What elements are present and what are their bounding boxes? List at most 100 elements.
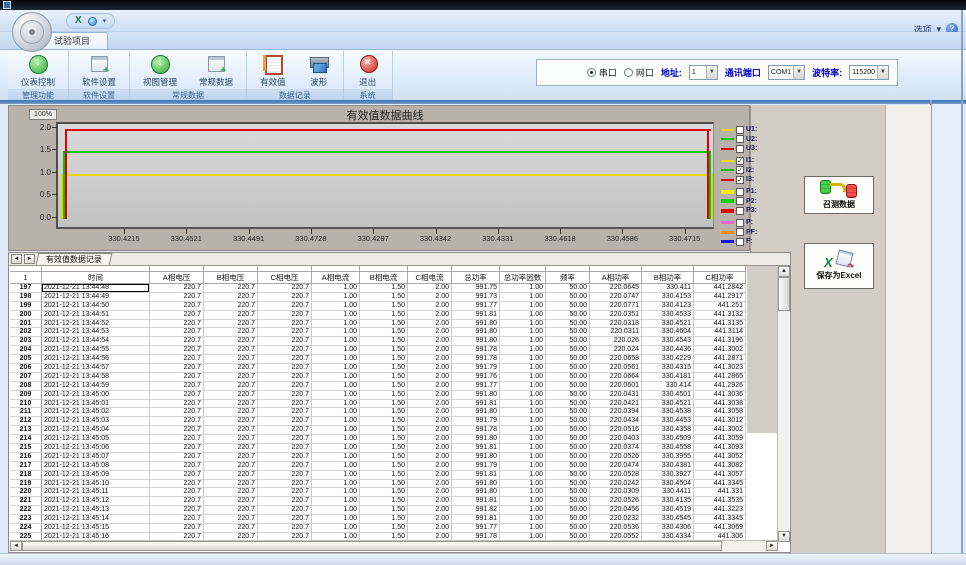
row-number-cell[interactable]: 224 [10, 524, 42, 533]
table-cell[interactable]: 220.7 [258, 408, 312, 417]
table-cell[interactable]: 991.80 [452, 435, 500, 444]
table-cell[interactable]: 50.00 [546, 337, 590, 346]
table-cell[interactable]: 330.4509 [642, 435, 694, 444]
table-cell[interactable]: 220.7 [150, 462, 204, 471]
scroll-right-icon[interactable]: ► [766, 541, 778, 551]
table-cell[interactable]: 991.78 [452, 346, 500, 355]
table-cell[interactable]: 991.75 [452, 284, 500, 293]
table-cell[interactable]: 441.3132 [694, 311, 746, 320]
table-cell[interactable]: 1.00 [500, 400, 546, 409]
table-cell[interactable]: 220.7 [150, 471, 204, 480]
table-cell[interactable]: 2.00 [408, 524, 452, 533]
table-cell[interactable]: 1.50 [360, 284, 408, 293]
table-cell[interactable]: 220.7 [150, 311, 204, 320]
row-number-cell[interactable]: 218 [10, 471, 42, 480]
table-cell[interactable]: 1.00 [500, 293, 546, 302]
table-cell[interactable]: 50.00 [546, 408, 590, 417]
table-row[interactable]: 2102021-12-21 13:45:01220.7220.7220.71.0… [10, 400, 746, 409]
table-cell[interactable]: 2021-12-21 13:44:51 [42, 311, 150, 320]
ribbon-button[interactable]: 视图管理 [140, 53, 180, 89]
table-cell[interactable]: 991.81 [452, 400, 500, 409]
table-cell[interactable]: 1.50 [360, 337, 408, 346]
table-cell[interactable]: 991.82 [452, 506, 500, 515]
column-header[interactable]: 时间 [42, 272, 150, 284]
table-row[interactable]: 2092021-12-21 13:45:00220.7220.7220.71.0… [10, 391, 746, 400]
column-header[interactable]: C相电流 [408, 272, 452, 284]
row-number-cell[interactable]: 216 [10, 453, 42, 462]
ribbon-button[interactable]: 常规数据 [196, 53, 236, 89]
table-cell[interactable]: 1.50 [360, 488, 408, 497]
table-cell[interactable]: 1.00 [312, 435, 360, 444]
table-cell[interactable]: 1.00 [500, 471, 546, 480]
table-cell[interactable]: 1.00 [500, 355, 546, 364]
table-cell[interactable]: 1.00 [500, 382, 546, 391]
table-cell[interactable]: 50.00 [546, 417, 590, 426]
table-cell[interactable]: 1.50 [360, 506, 408, 515]
table-cell[interactable]: 1.50 [360, 417, 408, 426]
column-header[interactable]: B相功率 [642, 272, 694, 284]
table-cell[interactable]: 330.4453 [642, 417, 694, 426]
row-number-cell[interactable]: 198 [10, 293, 42, 302]
row-number-cell[interactable]: 209 [10, 391, 42, 400]
table-cell[interactable]: 991.80 [452, 488, 500, 497]
table-cell[interactable]: 1.00 [312, 391, 360, 400]
table-cell[interactable]: 991.78 [452, 426, 500, 435]
table-cell[interactable]: 330.4229 [642, 355, 694, 364]
table-cell[interactable]: 220.7 [204, 328, 258, 337]
table-cell[interactable]: 220.7 [150, 524, 204, 533]
column-header[interactable]: B相电流 [360, 272, 408, 284]
table-cell[interactable]: 1.00 [500, 284, 546, 293]
table-cell[interactable]: 2021-12-21 13:45:09 [42, 471, 150, 480]
table-cell[interactable]: 330.4181 [642, 373, 694, 382]
table-cell[interactable]: 220.0351 [590, 311, 642, 320]
table-cell[interactable]: 50.00 [546, 391, 590, 400]
table-cell[interactable]: 220.7 [258, 293, 312, 302]
table-cell[interactable]: 50.00 [546, 462, 590, 471]
table-cell[interactable]: 220.7 [150, 391, 204, 400]
scroll-up-icon[interactable]: ▲ [778, 266, 790, 277]
table-cell[interactable]: 220.7 [204, 391, 258, 400]
legend-checkbox[interactable] [736, 126, 744, 134]
table-cell[interactable]: 50.00 [546, 471, 590, 480]
table-cell[interactable]: 50.00 [546, 320, 590, 329]
table-cell[interactable]: 220.7 [204, 417, 258, 426]
table-cell[interactable]: 441.3135 [694, 320, 746, 329]
table-cell[interactable]: 50.00 [546, 444, 590, 453]
table-cell[interactable]: 2.00 [408, 337, 452, 346]
table-cell[interactable]: 330.414 [642, 382, 694, 391]
table-cell[interactable]: 991.80 [452, 391, 500, 400]
quick-access-caret-icon[interactable]: ▾ [103, 17, 107, 25]
table-cell[interactable]: 220.7 [204, 311, 258, 320]
table-cell[interactable]: 50.00 [546, 506, 590, 515]
table-cell[interactable]: 1.00 [312, 515, 360, 524]
table-cell[interactable]: 220.0516 [590, 426, 642, 435]
table-cell[interactable]: 1.50 [360, 346, 408, 355]
excel-save-button[interactable]: X↷保存为Excel [804, 243, 874, 289]
ribbon-button[interactable]: 波形 [305, 53, 333, 89]
table-cell[interactable]: 441.331 [694, 488, 746, 497]
table-cell[interactable]: 991.80 [452, 453, 500, 462]
table-cell[interactable]: 2.00 [408, 515, 452, 524]
table-cell[interactable]: 220.7 [258, 337, 312, 346]
table-cell[interactable]: 50.00 [546, 293, 590, 302]
row-number-cell[interactable]: 205 [10, 355, 42, 364]
row-number-cell[interactable]: 217 [10, 462, 42, 471]
row-number-cell[interactable]: 207 [10, 373, 42, 382]
table-cell[interactable]: 220.7 [258, 506, 312, 515]
table-cell[interactable]: 220.026 [590, 337, 642, 346]
table-cell[interactable]: 220.0601 [590, 382, 642, 391]
table-cell[interactable]: 1.50 [360, 515, 408, 524]
table-cell[interactable]: 330.4521 [642, 400, 694, 409]
table-cell[interactable]: 991.77 [452, 302, 500, 311]
table-cell[interactable]: 2021-12-21 13:44:55 [42, 346, 150, 355]
table-row[interactable]: 1982021-12-21 13:44:49220.7220.7220.71.0… [10, 293, 746, 302]
table-cell[interactable]: 1.50 [360, 408, 408, 417]
table-cell[interactable]: 991.81 [452, 471, 500, 480]
table-cell[interactable]: 330.4538 [642, 408, 694, 417]
table-cell[interactable]: 330.411 [642, 284, 694, 293]
table-cell[interactable]: 220.7 [204, 337, 258, 346]
table-cell[interactable]: 1.00 [500, 373, 546, 382]
table-cell[interactable]: 1.00 [312, 444, 360, 453]
table-cell[interactable]: 1.00 [312, 417, 360, 426]
table-cell[interactable]: 330.4411 [642, 488, 694, 497]
